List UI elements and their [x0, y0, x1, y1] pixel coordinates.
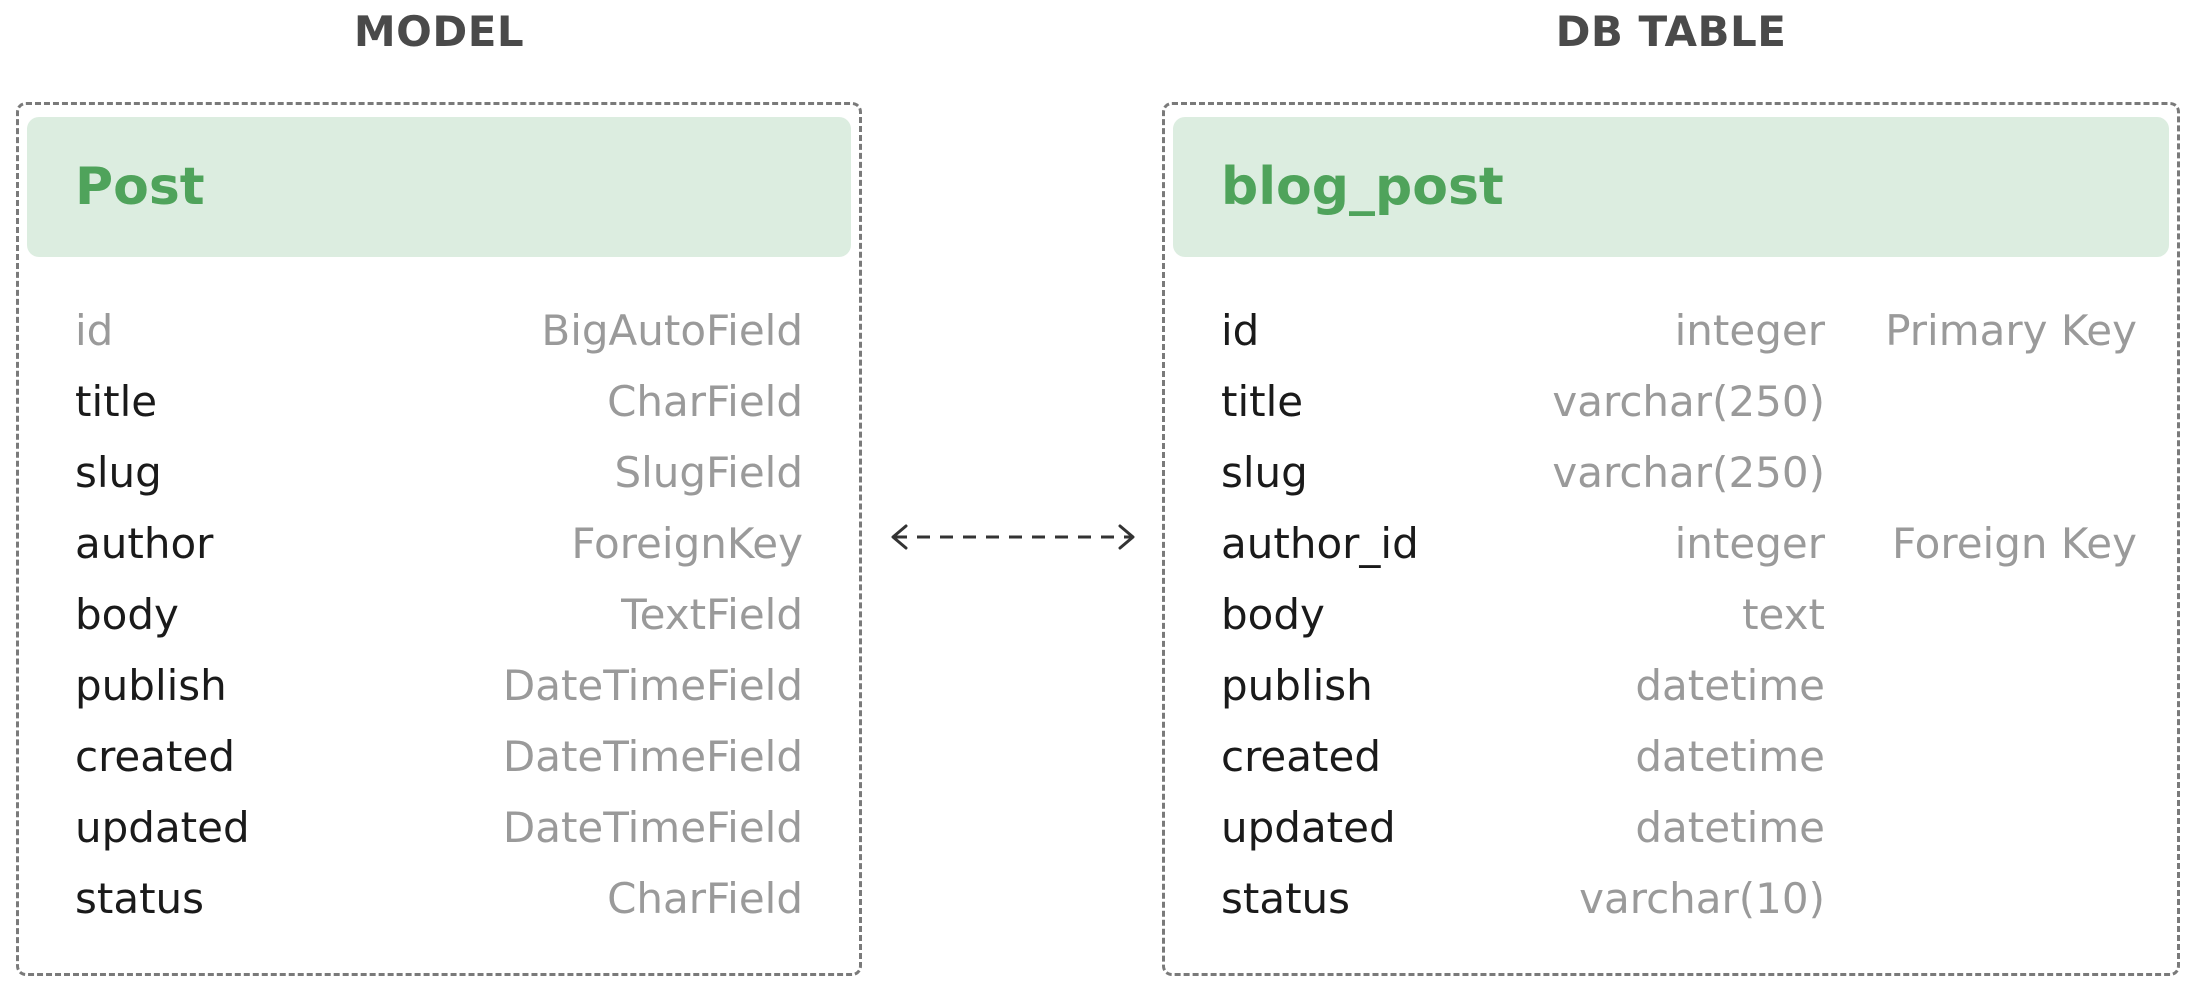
column-name: body: [1221, 590, 1325, 639]
model-field-row: title CharField: [19, 366, 859, 437]
db-table-header: blog_post: [1173, 117, 2169, 257]
field-name: publish: [75, 661, 227, 710]
model-field-row: author ForeignKey: [19, 508, 859, 579]
field-type: TextField: [621, 590, 803, 639]
db-column-row: created datetime: [1165, 721, 2177, 792]
field-name: updated: [75, 803, 250, 852]
model-field-row: created DateTimeField: [19, 721, 859, 792]
field-name: author: [75, 519, 214, 568]
model-field-row: id BigAutoField: [19, 295, 859, 366]
field-type: DateTimeField: [502, 661, 803, 710]
db-column-row: title varchar(250): [1165, 366, 2177, 437]
db-table-heading: DB TABLE: [1555, 7, 1787, 56]
model-field-row: updated DateTimeField: [19, 792, 859, 863]
db-column-row: author_id integer Foreign Key: [1165, 508, 2177, 579]
model-heading: MODEL: [353, 7, 525, 56]
column-key: Foreign Key: [1892, 519, 2137, 568]
field-type: ForeignKey: [571, 519, 803, 568]
field-name: id: [75, 306, 114, 355]
model-field-row: status CharField: [19, 863, 859, 934]
bidirectional-arrow-icon: [891, 524, 1135, 550]
model-field-row: slug SlugField: [19, 437, 859, 508]
model-field-row: body TextField: [19, 579, 859, 650]
field-name: title: [75, 377, 158, 426]
column-name: id: [1221, 306, 1260, 355]
field-type: DateTimeField: [502, 732, 803, 781]
column-type: varchar(10): [1579, 874, 1825, 923]
column-key: Primary Key: [1885, 306, 2137, 355]
column-name: slug: [1221, 448, 1308, 497]
db-column-row: body text: [1165, 579, 2177, 650]
column-type: varchar(250): [1552, 448, 1825, 497]
column-name: publish: [1221, 661, 1373, 710]
field-name: body: [75, 590, 179, 639]
column-type: datetime: [1635, 732, 1825, 781]
column-name: title: [1221, 377, 1304, 426]
column-type: varchar(250): [1552, 377, 1825, 426]
column-name: updated: [1221, 803, 1396, 852]
db-column-row: status varchar(10): [1165, 863, 2177, 934]
field-type: SlugField: [614, 448, 803, 497]
model-box: Post id BigAutoField title CharField slu…: [16, 102, 862, 976]
db-column-row: updated datetime: [1165, 792, 2177, 863]
db-table-box: blog_post id integer Primary Key title v…: [1162, 102, 2180, 976]
column-type: datetime: [1635, 661, 1825, 710]
column-type: integer: [1674, 519, 1825, 568]
db-table-name: blog_post: [1221, 157, 1504, 217]
field-type: DateTimeField: [502, 803, 803, 852]
model-header: Post: [27, 117, 851, 257]
column-name: status: [1221, 874, 1351, 923]
column-name: created: [1221, 732, 1381, 781]
column-name: author_id: [1221, 519, 1419, 568]
model-name: Post: [75, 157, 205, 217]
field-name: slug: [75, 448, 162, 497]
db-column-row: publish datetime: [1165, 650, 2177, 721]
column-type: text: [1742, 590, 1825, 639]
column-type: datetime: [1635, 803, 1825, 852]
model-field-row: publish DateTimeField: [19, 650, 859, 721]
db-column-row: slug varchar(250): [1165, 437, 2177, 508]
field-type: CharField: [607, 874, 803, 923]
db-column-row: id integer Primary Key: [1165, 295, 2177, 366]
field-name: status: [75, 874, 205, 923]
field-type: BigAutoField: [541, 306, 803, 355]
field-type: CharField: [607, 377, 803, 426]
model-field-list: id BigAutoField title CharField slug Slu…: [19, 295, 859, 934]
db-column-list: id integer Primary Key title varchar(250…: [1165, 295, 2177, 934]
column-type: integer: [1674, 306, 1825, 355]
field-name: created: [75, 732, 235, 781]
